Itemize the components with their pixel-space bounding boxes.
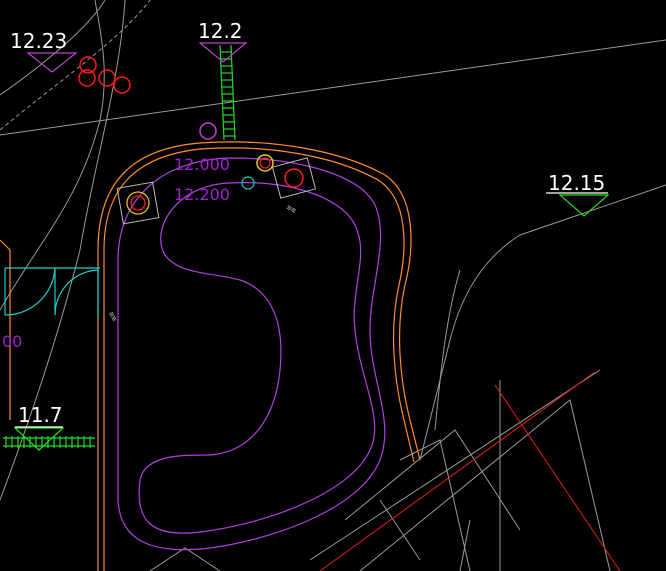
contour-inner <box>138 182 376 534</box>
magenta-circle <box>199 122 217 140</box>
fixture-symbol-left <box>116 181 160 225</box>
elevation-label: 12.2 <box>198 19 243 43</box>
contour-labels: 12.000 12.200 00 <box>2 155 230 351</box>
contour-label: 00 <box>2 332 22 351</box>
contour-label: 12.200 <box>174 185 230 204</box>
red-diagonal-1 <box>319 371 596 571</box>
fixture-box <box>116 181 160 225</box>
door-arc-1 <box>4 267 56 316</box>
fixture-symbol-right: ≡≡ <box>271 157 317 216</box>
boundary-tag: ≡≡ <box>107 310 120 323</box>
tree-circle <box>113 76 131 94</box>
green-hatch-vertical-ticks <box>220 51 236 137</box>
contour-label: 12.000 <box>174 155 230 174</box>
elevation-label: 12.15 <box>548 171 605 195</box>
door-frame <box>4 267 100 318</box>
fixture-ring <box>126 191 150 215</box>
red-linework <box>319 371 621 571</box>
boundary-inner <box>103 147 415 571</box>
green-hatch-horizontal <box>3 437 95 447</box>
arc-line-dashed <box>0 0 151 131</box>
building-line-7 <box>149 547 221 571</box>
cad-drawing-canvas: ≡≡ ≡≡ 12.23 12.2 12.15 11.7 12.000 12.20… <box>0 0 666 571</box>
site-boundary <box>0 141 421 571</box>
terrain-line-right <box>419 184 666 461</box>
contour-lines <box>117 157 386 551</box>
building-line-3 <box>359 399 611 571</box>
door-arc-2 <box>54 269 99 316</box>
tree-circle <box>98 69 116 87</box>
boundary-left-stub <box>0 239 11 420</box>
elevation-label: 12.23 <box>10 29 67 53</box>
building-line-6 <box>379 499 421 561</box>
background-linework <box>0 0 666 571</box>
contour-outer <box>117 157 386 551</box>
fixture-ring <box>284 168 304 188</box>
boundary-outer <box>97 141 421 571</box>
yellow-circle <box>256 154 274 172</box>
elevation-label: 11.7 <box>18 403 63 427</box>
red-diagonal-2 <box>494 384 621 571</box>
building-line-1 <box>309 369 601 561</box>
fixture-tag: ≡≡ <box>285 203 298 216</box>
cyan-door-swing <box>4 267 100 318</box>
